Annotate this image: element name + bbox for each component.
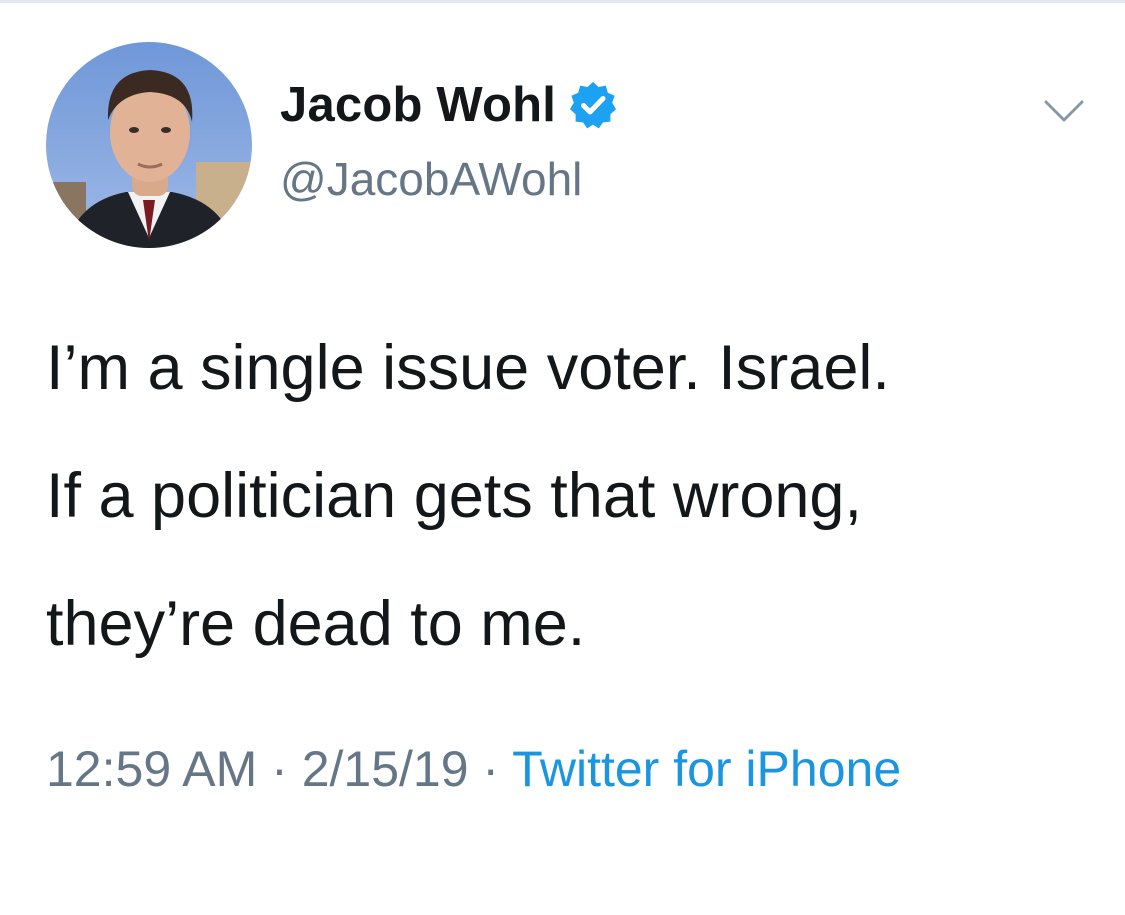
tweet-metadata: 12:59 AM · 2/15/19 · Twitter for iPhone bbox=[46, 730, 1086, 808]
verified-badge-icon bbox=[568, 80, 618, 130]
tweet-date[interactable]: 2/15/19 bbox=[302, 741, 469, 797]
tweet-text-line: I’m a single issue voter. Israel. bbox=[46, 333, 890, 403]
tweet-text-line: they’re dead to me. bbox=[46, 589, 586, 659]
top-divider bbox=[0, 0, 1125, 3]
meta-separator: · bbox=[257, 741, 302, 797]
avatar[interactable] bbox=[46, 42, 252, 248]
display-name[interactable]: Jacob Wohl bbox=[280, 77, 556, 133]
user-handle[interactable]: @JacobAWohl bbox=[280, 152, 582, 206]
tweet-text-line: If a politician gets that wrong, bbox=[46, 461, 862, 531]
author-name-row[interactable]: Jacob Wohl bbox=[280, 74, 618, 136]
tweet-source-link[interactable]: Twitter for iPhone bbox=[512, 741, 901, 797]
tweet-text: I’m a single issue voter. Israel. If a p… bbox=[46, 326, 1086, 666]
chevron-down-icon[interactable] bbox=[1042, 96, 1086, 126]
profile-photo bbox=[46, 42, 252, 248]
meta-separator: · bbox=[468, 741, 513, 797]
tweet-time[interactable]: 12:59 AM bbox=[46, 741, 257, 797]
